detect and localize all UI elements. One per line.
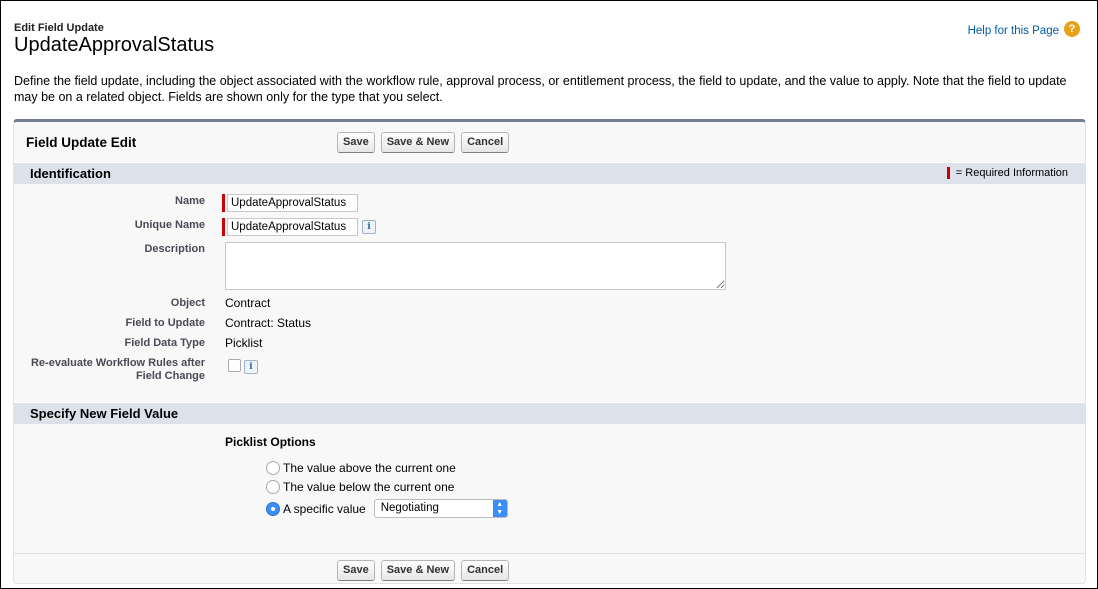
panel-title: Field Update Edit — [26, 135, 137, 150]
required-marker-icon — [222, 194, 225, 212]
top-button-row: Save Save & New Cancel — [337, 132, 510, 153]
unique-name-field-wrapper: i — [222, 218, 376, 236]
unique-name-input[interactable] — [227, 218, 358, 236]
page-description: Define the field update, including the o… — [14, 74, 1067, 104]
option-above-label: The value above the current one — [283, 461, 456, 475]
reevaluate-checkbox[interactable] — [228, 359, 241, 372]
identification-section-header: Identification = Required Information — [14, 162, 1085, 184]
reevaluate-label: Re-evaluate Workflow Rules after Field C… — [5, 357, 205, 383]
option-below-row[interactable]: The value below the current one — [266, 480, 454, 494]
object-label: Object — [170, 297, 205, 309]
new-value-title: Specify New Field Value — [30, 406, 179, 421]
info-icon[interactable]: i — [244, 360, 258, 374]
save-button[interactable]: Save — [337, 132, 375, 153]
required-legend: = Required Information — [946, 167, 1068, 179]
save-button[interactable]: Save — [337, 560, 375, 581]
required-marker-icon — [946, 167, 950, 179]
help-icon[interactable]: ? — [1064, 21, 1080, 37]
option-specific-row[interactable]: A specific value Negotiating ▲ ▼ — [266, 499, 508, 518]
reevaluate-label-line-1: Re-evaluate Workflow Rules after — [30, 357, 205, 369]
description-label: Description — [144, 243, 205, 255]
new-value-section-header: Specify New Field Value — [14, 402, 1085, 424]
option-specific-radio[interactable] — [266, 501, 280, 516]
field-data-type-label: Field Data Type — [124, 337, 205, 349]
picklist-options-label: Picklist Options — [225, 435, 316, 449]
breadcrumb: Edit Field Update — [14, 22, 104, 34]
save-new-button[interactable]: Save & New — [380, 132, 456, 153]
name-label: Name — [175, 195, 205, 207]
description-textarea[interactable] — [225, 242, 726, 290]
cancel-button[interactable]: Cancel — [461, 560, 510, 581]
field-data-type-value: Picklist — [225, 336, 263, 350]
required-marker-icon — [222, 218, 225, 236]
required-legend-text: = Required Information — [955, 167, 1068, 179]
field-update-edit-panel: Field Update Edit Save Save & New Cancel… — [13, 119, 1086, 584]
field-to-update-label: Field to Update — [125, 317, 205, 329]
bottom-button-row: Save Save & New Cancel — [337, 560, 510, 581]
unique-name-label: Unique Name — [134, 219, 205, 231]
option-below-radio[interactable] — [266, 480, 280, 494]
info-icon[interactable]: i — [362, 220, 376, 234]
help-link[interactable]: Help for this Page — [968, 25, 1059, 37]
cancel-button[interactable]: Cancel — [461, 132, 510, 153]
specific-value-select[interactable]: Negotiating ▲ ▼ — [373, 499, 508, 518]
specific-value-selected: Negotiating — [380, 502, 439, 514]
name-input[interactable] — [227, 194, 358, 212]
field-to-update-value: Contract: Status — [225, 316, 312, 330]
identification-title: Identification — [30, 166, 111, 181]
object-value: Contract — [225, 296, 271, 310]
select-arrows-icon: ▲ ▼ — [492, 500, 507, 517]
name-field-wrapper — [222, 194, 358, 212]
option-above-radio[interactable] — [266, 461, 280, 475]
reevaluate-label-line-2: Field Change — [135, 370, 205, 382]
page-title: UpdateApprovalStatus — [14, 34, 215, 56]
bottom-divider — [14, 553, 1085, 554]
option-below-label: The value below the current one — [283, 480, 455, 494]
option-above-row[interactable]: The value above the current one — [266, 461, 456, 475]
page-frame: Edit Field Update UpdateApprovalStatus H… — [0, 0, 1098, 589]
save-new-button[interactable]: Save & New — [380, 560, 456, 581]
option-specific-label: A specific value — [283, 501, 366, 516]
